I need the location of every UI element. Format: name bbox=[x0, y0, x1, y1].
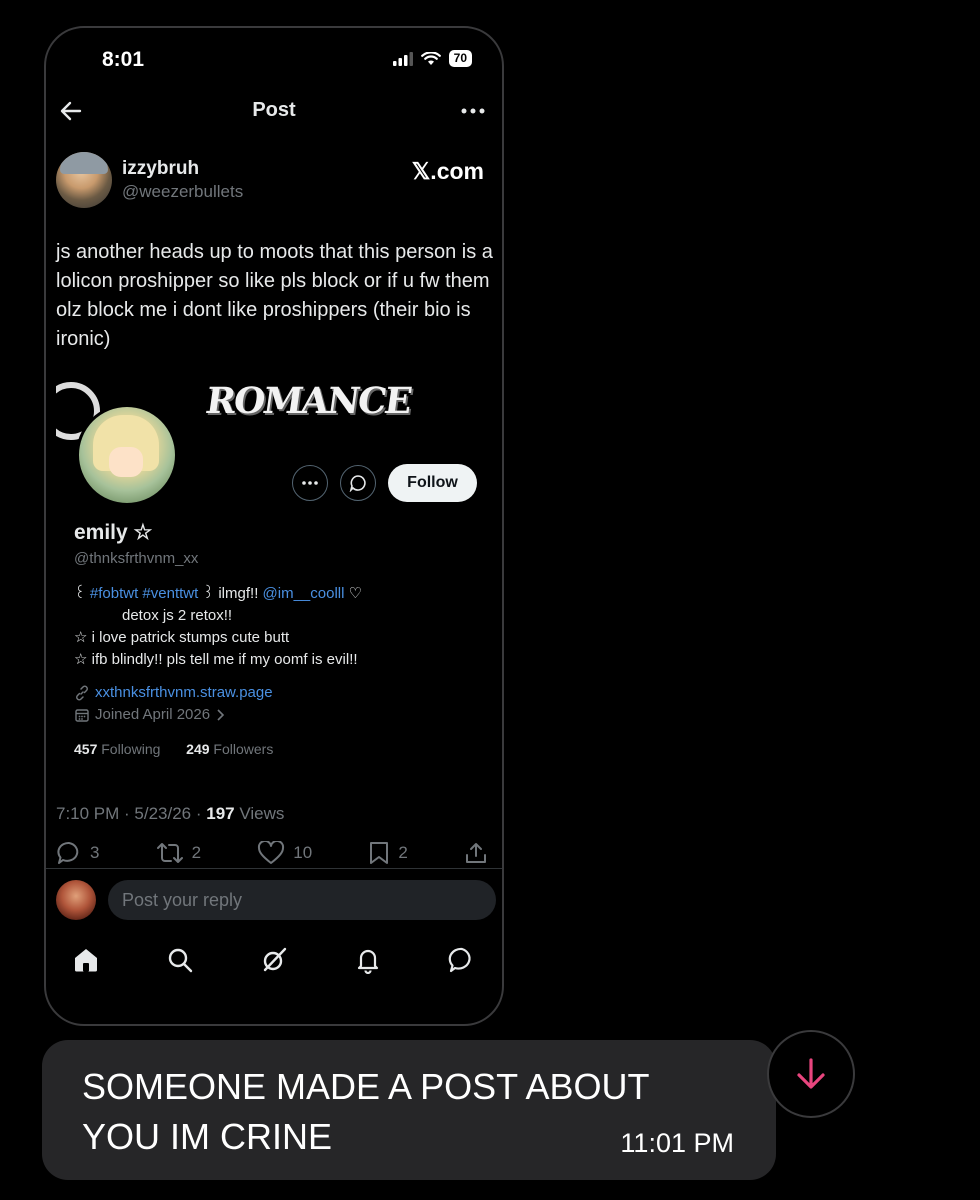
share-icon bbox=[465, 843, 486, 863]
battery-indicator: 70 bbox=[448, 50, 472, 67]
repost-button[interactable]: 2 bbox=[156, 841, 201, 865]
bio-line-1: ꒰ #fobtwt #venttwt ꒱ ilmgf!! @im__coolll… bbox=[74, 583, 474, 605]
repost-icon bbox=[156, 843, 183, 863]
reply-count: 3 bbox=[90, 843, 100, 862]
embedded-profile-stats: 457 Following 249 Followers bbox=[74, 741, 273, 757]
search-icon bbox=[168, 948, 193, 973]
divider bbox=[46, 868, 502, 869]
post-timestamp: 7:10 PM · 5/23/26 · bbox=[56, 804, 207, 823]
bookmark-count: 2 bbox=[398, 843, 408, 862]
author-avatar[interactable] bbox=[56, 152, 112, 208]
tab-grok[interactable] bbox=[258, 944, 290, 976]
following-label: Following bbox=[101, 741, 161, 757]
banner-text: ROMANCE bbox=[203, 380, 414, 422]
message-bubble-icon bbox=[448, 947, 471, 973]
embedded-profile-name: emily ☆ bbox=[74, 521, 153, 544]
following-count: 457 bbox=[74, 741, 98, 757]
bio-heart: ♡ bbox=[344, 585, 363, 602]
follow-button: Follow bbox=[388, 464, 477, 502]
profile-message-button bbox=[340, 465, 376, 501]
post-metadata: 7:10 PM · 5/23/26 · 197 Views bbox=[56, 804, 284, 824]
like-button[interactable]: 10 bbox=[257, 841, 312, 865]
reply-input[interactable]: Post your reply bbox=[108, 880, 496, 920]
bio-line-3: ☆ i love patrick stumps cute butt bbox=[74, 629, 290, 646]
bookmark-icon bbox=[370, 842, 389, 864]
followers-count: 249 bbox=[186, 741, 210, 757]
more-options-icon[interactable] bbox=[460, 98, 486, 124]
message-bubble-icon bbox=[349, 475, 366, 492]
link-icon bbox=[76, 685, 88, 700]
tab-home[interactable] bbox=[70, 944, 102, 976]
reply-icon bbox=[57, 842, 79, 864]
user-avatar[interactable] bbox=[56, 880, 96, 920]
bio-line-2: detox js 2 retox!! bbox=[122, 607, 233, 624]
cellular-signal-icon bbox=[392, 51, 413, 66]
share-button[interactable] bbox=[464, 841, 488, 865]
bio-mention: @im__coolll bbox=[262, 585, 345, 602]
heart-icon bbox=[258, 841, 285, 864]
chevron-right-icon bbox=[217, 708, 225, 721]
chat-message-text: SOMEONE MADE A POST ABOUT YOU IM CRINE bbox=[82, 1066, 649, 1157]
tab-search[interactable] bbox=[164, 944, 196, 976]
arrow-down-icon bbox=[797, 1058, 825, 1089]
post-actions: 3 2 10 2 bbox=[56, 840, 488, 866]
embedded-profile-joined-text: Joined April 2026 bbox=[95, 706, 211, 723]
embedded-profile-screenshot: ROMANCE Follow emily ☆ @thnksfrthvnm_xx … bbox=[56, 378, 486, 783]
embedded-profile-handle: @thnksfrthvnm_xx bbox=[74, 550, 199, 567]
views-count: 197 bbox=[206, 804, 235, 823]
wifi-icon bbox=[420, 51, 441, 65]
home-icon bbox=[75, 949, 97, 972]
bottom-tab-bar bbox=[70, 944, 478, 976]
bio-bracket: ꒰ bbox=[74, 585, 90, 602]
more-options-icon bbox=[302, 481, 318, 485]
reply-button[interactable]: 3 bbox=[56, 840, 99, 866]
status-time: 8:01 bbox=[102, 48, 145, 71]
embedded-profile-url-text: xxthnksfrthvnm.straw.page bbox=[95, 684, 273, 701]
grok-icon bbox=[263, 947, 287, 972]
embedded-profile-avatar bbox=[76, 404, 178, 506]
repost-count: 2 bbox=[191, 843, 202, 862]
chat-message-time: 11:01 PM bbox=[620, 1128, 734, 1158]
phone-screenshot: 8:01 70 Post izzybruh @weezerbullets 𝕏.c… bbox=[44, 26, 504, 1026]
bio-text: ꒱ ilmgf!! bbox=[198, 585, 263, 602]
followers-label: Followers bbox=[213, 741, 274, 757]
embedded-profile-bio: ꒰ #fobtwt #venttwt ꒱ ilmgf!! @im__coolll… bbox=[74, 583, 474, 671]
views-label: Views bbox=[234, 804, 285, 823]
embedded-profile-url: xxthnksfrthvnm.straw.page bbox=[74, 684, 273, 701]
page-title: Post bbox=[252, 99, 296, 121]
author-display-name[interactable]: izzybruh bbox=[122, 158, 199, 180]
x-logo-label: 𝕏.com bbox=[411, 158, 484, 184]
bio-line-4: ☆ ifb blindly!! pls tell me if my oomf i… bbox=[74, 651, 358, 668]
like-count: 10 bbox=[293, 843, 313, 862]
tab-notifications[interactable] bbox=[352, 944, 384, 976]
bio-hashtags: #fobtwt #venttwt bbox=[89, 585, 199, 602]
calendar-icon bbox=[75, 708, 89, 722]
bookmark-button[interactable]: 2 bbox=[368, 841, 408, 865]
status-icons: 70 bbox=[392, 50, 472, 67]
author-handle[interactable]: @weezerbullets bbox=[122, 182, 243, 202]
bell-icon bbox=[357, 949, 379, 974]
scroll-to-bottom-button[interactable] bbox=[767, 1030, 855, 1118]
chat-message-bubble[interactable]: SOMEONE MADE A POST ABOUT YOU IM CRINE 1… bbox=[42, 1040, 776, 1180]
post-text: js another heads up to moots that this p… bbox=[56, 241, 493, 350]
profile-more-button bbox=[292, 465, 328, 501]
embedded-profile-joined: Joined April 2026 bbox=[74, 706, 225, 723]
tab-messages[interactable] bbox=[446, 944, 478, 976]
